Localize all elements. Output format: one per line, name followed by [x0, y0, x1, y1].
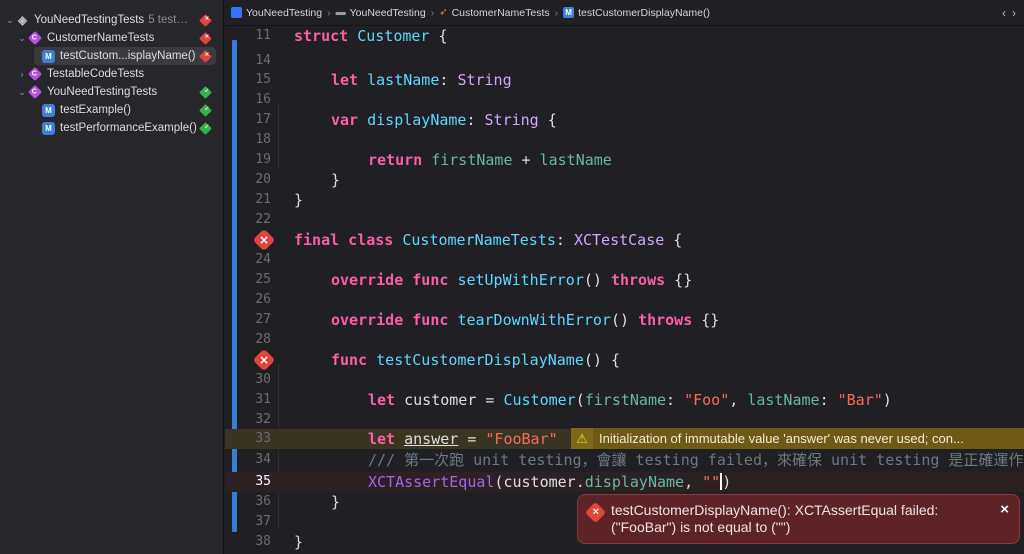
code-line[interactable]: × final class CustomerNameTests: XCTestC…: [225, 228, 1024, 252]
chevron-right-icon[interactable]: ›: [16, 69, 28, 79]
chevron-right-icon: ›: [327, 6, 331, 19]
forward-arrow-icon[interactable]: ›: [1012, 6, 1016, 20]
class-icon: C: [27, 30, 43, 46]
nav-item-testexample[interactable]: M testExample(): [42, 101, 224, 119]
pass-status-icon: [199, 85, 212, 99]
breadcrumb-file[interactable]: ➶ CustomerNameTests: [439, 7, 549, 19]
source-editor[interactable]: 11 struct Customer { 14 15 let lastName:…: [225, 26, 1024, 554]
code-line[interactable]: 28: [225, 330, 1024, 350]
breadcrumb-project[interactable]: YouNeedTesting: [231, 7, 322, 19]
fail-status-icon: [199, 49, 212, 63]
fail-status-icon: [199, 13, 212, 27]
warning-annotation[interactable]: ⚠ Initialization of immutable value 'ans…: [571, 428, 1024, 449]
nav-item-youneedtestingtests[interactable]: ⌄ C YouNeedTestingTests: [16, 83, 224, 101]
code-line[interactable]: 25 override func setUpWithError() throws…: [225, 270, 1024, 290]
close-icon[interactable]: ×: [1000, 501, 1009, 518]
code-line[interactable]: 19 return firstName + lastName: [225, 150, 1024, 170]
nav-item-customernametests[interactable]: ⌄ C CustomerNameTests: [16, 29, 224, 47]
code-line[interactable]: 27 override func tearDownWithError() thr…: [225, 310, 1024, 330]
method-icon: M: [42, 103, 55, 117]
breadcrumb-method[interactable]: M testCustomerDisplayName(): [563, 7, 710, 19]
app-icon: [231, 7, 242, 18]
class-icon: C: [27, 84, 43, 100]
chevron-down-icon[interactable]: ⌄: [16, 33, 28, 44]
navigation-arrows: ‹ ›: [996, 6, 1016, 20]
test-failed-icon[interactable]: ×: [252, 228, 276, 252]
nav-item-plan[interactable]: ⌄ ◈ YouNeedTestingTests 5 tests...: [4, 11, 228, 29]
code-line[interactable]: 11 struct Customer {: [225, 26, 1024, 46]
jump-bar: YouNeedTesting › ▬ YouNeedTesting › ➶ Cu…: [225, 0, 1024, 26]
chevron-down-icon[interactable]: ⌄: [16, 87, 28, 98]
code-line[interactable]: 17 var displayName: String {: [225, 110, 1024, 130]
code-line[interactable]: × func testCustomerDisplayName() {: [225, 348, 1024, 372]
warning-icon: ⚠: [571, 428, 593, 449]
code-line[interactable]: 16: [225, 90, 1024, 110]
code-line[interactable]: 26: [225, 290, 1024, 310]
breadcrumb-folder[interactable]: ▬ YouNeedTesting: [336, 7, 426, 19]
method-icon: M: [563, 7, 575, 18]
nav-item-testperformanceexample[interactable]: M testPerformanceExample(): [42, 119, 224, 137]
code-line[interactable]: 24: [225, 250, 1024, 270]
method-icon: M: [42, 49, 55, 63]
pass-status-icon: [199, 121, 212, 135]
back-arrow-icon[interactable]: ‹: [1002, 6, 1006, 20]
code-line[interactable]: 31 let customer = Customer(firstName: "F…: [225, 390, 1024, 410]
code-line[interactable]: 22: [225, 210, 1024, 230]
code-line[interactable]: 15 let lastName: String: [225, 70, 1024, 90]
chevron-right-icon: ›: [554, 6, 559, 19]
swift-file-icon: ➶: [439, 7, 448, 18]
code-line[interactable]: 20 }: [225, 170, 1024, 190]
method-icon: M: [42, 121, 55, 135]
chevron-down-icon[interactable]: ⌄: [4, 15, 16, 26]
chevron-right-icon: ›: [430, 6, 435, 19]
code-line[interactable]: 30: [225, 370, 1024, 390]
pass-status-icon: [199, 103, 212, 117]
test-navigator: ⌄ ◈ YouNeedTestingTests 5 tests... ⌄ C C…: [0, 0, 224, 554]
nav-item-testablecodetests[interactable]: › C TestableCodeTests: [16, 65, 224, 83]
error-icon: ×: [584, 501, 607, 524]
code-line[interactable]: 18: [225, 130, 1024, 150]
test-failed-icon[interactable]: ×: [252, 348, 276, 372]
code-line[interactable]: 14: [225, 51, 1024, 71]
class-icon: C: [27, 66, 43, 82]
folder-icon: ▬: [335, 7, 346, 18]
code-line[interactable]: 21 }: [225, 190, 1024, 210]
error-annotation-popover[interactable]: × testCustomerDisplayName(): XCTAssertEq…: [577, 494, 1020, 544]
code-line[interactable]: 32: [225, 410, 1024, 430]
code-line-current[interactable]: 35 XCTAssertEqual(customer.displayName, …: [225, 472, 1024, 492]
test-plan-icon: ◈: [17, 13, 28, 27]
code-line[interactable]: 34 /// 第一次跑 unit testing，會讓 testing fail…: [225, 450, 1024, 470]
fail-status-icon: [199, 31, 212, 45]
nav-item-testcustomerdisplayname[interactable]: M testCustom...isplayName(): [34, 47, 216, 65]
